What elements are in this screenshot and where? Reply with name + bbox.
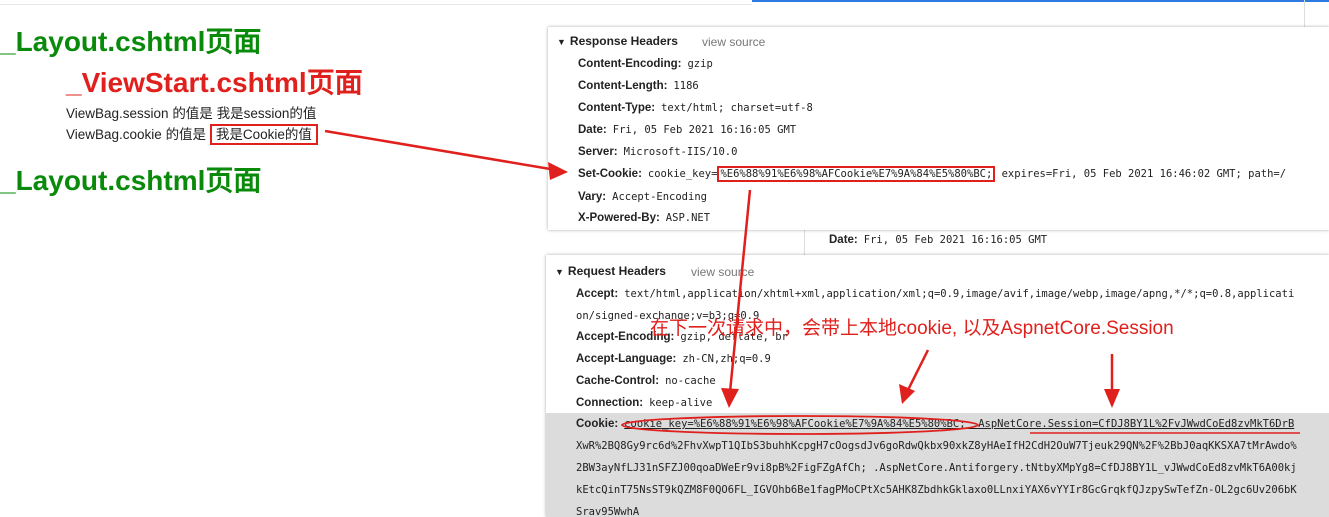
header-value: no-cache [665,375,716,387]
cookie-row-highlight[interactable]: Cookie: cookie_key=%E6%88%91%E6%98%AFCook… [546,413,1329,517]
request-headers-title: Request Headers [567,264,666,278]
session-line: ViewBag.session 的值是 我是session的值 [66,102,316,122]
devtools-blue-strip [752,0,1329,27]
layout-title-top: _Layout.cshtml页面 [0,26,262,57]
cookie-session-value: .AspNetCore.Session=CfDJ8BY1L%2FvJWwdCoE… [965,418,1295,430]
header-name: Accept: [576,288,619,300]
cache-control-row: Cache-Control: no-cache [576,375,716,387]
header-name: Server: [578,146,618,158]
set-cookie-suffix: expires=Fri, 05 Feb 2021 16:46:02 GMT; p… [995,168,1287,180]
set-cookie-value-highlight: %E6%88%91%E6%98%AFCookie%E7%9A%84%E5%80%… [717,166,996,182]
request-headers-toggle[interactable]: ▼ Request Headers [555,264,666,278]
header-value: zh-CN,zh;q=0.9 [682,353,771,365]
header-name: Connection: [576,397,644,409]
header-value: keep-alive [649,397,713,409]
header-name: X-Powered-By: [578,212,660,224]
cookie-row: Cookie: cookie_key=%E6%88%91%E6%98%AFCook… [576,418,1294,430]
response-headers-panel: ▼ Response Headers view source Content-En… [548,27,1329,230]
session-label: ViewBag.session 的值是 [66,106,213,121]
accept-language-row: Accept-Language: zh-CN,zh;q=0.9 [576,353,771,365]
content-encoding-row: Content-Encoding: gzip [578,58,713,70]
response-headers-toggle[interactable]: ▼ Response Headers [557,34,678,48]
content-length-row: Content-Length: 1186 [578,80,699,92]
cookie-local-value: cookie_key=%E6%88%91%E6%98%AFCookie%E7%9… [624,418,966,430]
header-value: Accept-Encoding [612,191,707,203]
cookie-value: 我是Cookie的值 [209,124,318,145]
header-name: Content-Encoding: [578,58,682,70]
content-type-row: Content-Type: text/html; charset=utf-8 [578,102,813,114]
cookie-label: ViewBag.cookie 的值是 [66,127,207,142]
header-name: Content-Length: [578,80,668,92]
layout-title-bottom: _Layout.cshtml页面 [0,165,262,196]
cookie-line: ViewBag.cookie 的值是 我是Cookie的值 [66,123,318,145]
request-view-source-link[interactable]: view source [691,265,754,279]
bg-date-name: Date: [829,234,858,246]
set-cookie-row: Set-Cookie: cookie_key= %E6%88%91%E6%98%AF… [578,166,1287,182]
header-name: Vary: [578,191,607,203]
page-top-border [0,0,752,5]
annotation-text: 在下一次请求中，会带上本地cookie, 以及AspnetCore.Sessio… [650,318,1174,339]
header-name: Date: [578,124,607,136]
date-row: Date: Fri, 05 Feb 2021 16:16:05 GMT [578,124,796,136]
bg-date-value: Fri, 05 Feb 2021 16:16:05 GMT [863,234,1048,246]
devtools-grid-line [1304,0,1305,28]
header-value: ASP.NET [665,212,711,224]
response-view-source-link[interactable]: view source [702,35,765,49]
set-cookie-key: cookie_key= [647,168,718,180]
header-value: Fri, 05 Feb 2021 16:16:05 GMT [612,124,797,136]
header-name: Cookie: [576,418,619,430]
header-name: Set-Cookie: [578,168,642,180]
response-headers-title: Response Headers [569,34,678,48]
header-name: Content-Type: [578,102,656,114]
cookie-row-line-5: Srav95WwhA [576,506,640,517]
header-name: Accept-Language: [576,353,677,365]
cookie-row-line-4: kEtcQinT75NsST9kQZM8F0QO6FL_IGVOhb6Be1fa… [576,484,1297,496]
triangle-down-icon: ▼ [557,37,566,47]
cookie-row-line-2: XwR%2BQ8Gy9rc6d%2FhvXwpT1QIbS3buhhKcpgH7… [576,440,1297,452]
triangle-down-icon: ▼ [555,267,564,277]
header-value: text/html,application/xhtml+xml,applicat… [624,288,1295,300]
bg-date-row: Date: Fri, 05 Feb 2021 16:16:05 GMT [829,234,1047,246]
request-headers-panel: ▼ Request Headers view source Accept: text… [546,255,1329,517]
accept-row: Accept: text/html,application/xhtml+xml,a… [576,288,1294,300]
connection-row: Connection: keep-alive [576,397,712,409]
x-powered-by-row: X-Powered-By: ASP.NET [578,212,710,224]
viewstart-title: _ViewStart.cshtml页面 [66,67,363,98]
cookie-row-line-3: 2BW3ayNfLJ31nSFZJ00qoaDWeEr9vi8pB%2FigFZ… [576,462,1297,474]
vary-row: Vary: Accept-Encoding [578,191,707,203]
header-name: Cache-Control: [576,375,660,387]
header-value: 1186 [673,80,699,92]
server-row: Server: Microsoft-IIS/10.0 [578,146,737,158]
session-value: 我是session的值 [216,106,317,121]
header-value: text/html; charset=utf-8 [661,102,813,114]
arrow-cookie-to-set-cookie [324,129,557,172]
header-value: Microsoft-IIS/10.0 [623,146,738,158]
header-value: gzip [687,58,713,70]
